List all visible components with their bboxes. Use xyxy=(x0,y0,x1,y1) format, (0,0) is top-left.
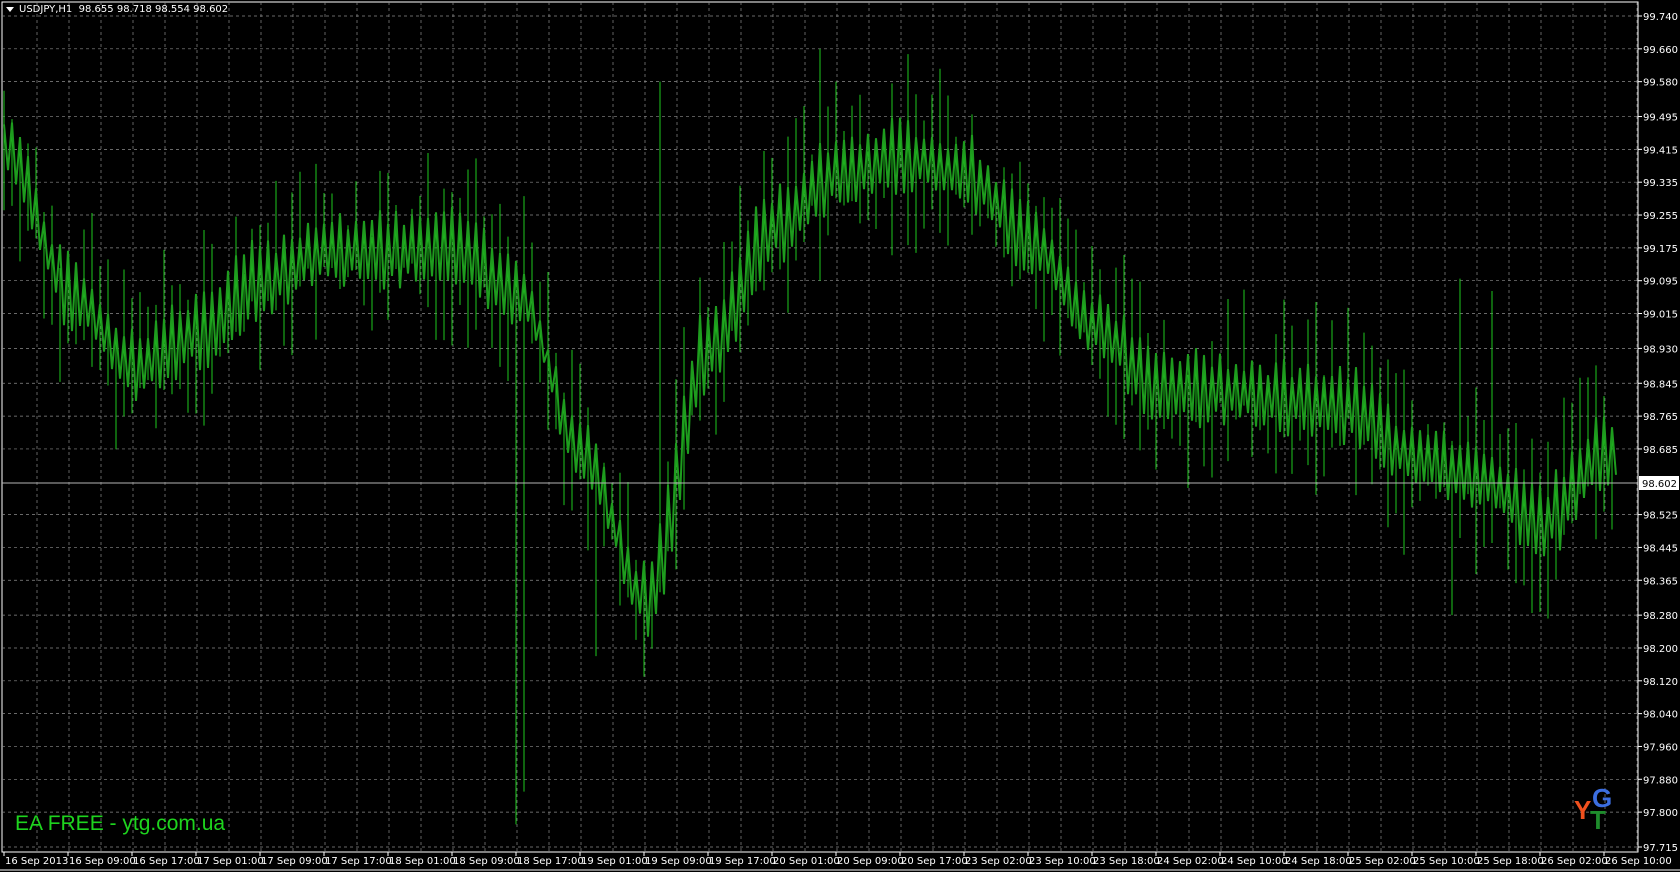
x-tick-label: 16 Sep 17:00 xyxy=(133,856,200,867)
x-tick-label: 26 Sep 02:00 xyxy=(1541,856,1608,867)
y-tick-label: 98.445 xyxy=(1643,543,1678,554)
x-tick-label: 23 Sep 18:00 xyxy=(1093,856,1160,867)
current-price-label: 98.602 xyxy=(1642,479,1677,490)
price-chart[interactable]: 99.740 99.660 99.580 99.495 99.415 99.335 99.2… xyxy=(0,0,1680,872)
chart-header: USDJPY,H1 98.655 98.718 98.554 98.602 xyxy=(6,4,228,15)
ohlc-values: 98.655 98.718 98.554 98.602 xyxy=(78,4,229,15)
y-tick-label: 98.930 xyxy=(1643,344,1678,355)
x-tick-label: 16 Sep 09:00 xyxy=(69,856,136,867)
y-tick-label: 97.800 xyxy=(1643,808,1678,819)
x-tick-label: 20 Sep 09:00 xyxy=(837,856,904,867)
y-tick-label: 99.255 xyxy=(1643,211,1678,222)
x-tick-label: 23 Sep 10:00 xyxy=(1029,856,1096,867)
watermark-text: EA FREE - ytg.com.ua xyxy=(15,812,226,835)
logo-letter-y: Y xyxy=(1574,795,1592,825)
x-tick-label: 17 Sep 17:00 xyxy=(325,856,392,867)
y-tick-label: 99.740 xyxy=(1643,12,1678,23)
x-tick-label: 17 Sep 01:00 xyxy=(197,856,264,867)
y-tick-label: 99.415 xyxy=(1643,145,1678,156)
x-tick-label: 19 Sep 01:00 xyxy=(581,856,648,867)
x-tick-label: 19 Sep 09:00 xyxy=(645,856,712,867)
y-tick-label: 98.200 xyxy=(1643,644,1678,655)
x-tick-label: 25 Sep 02:00 xyxy=(1349,856,1416,867)
x-tick-label: 20 Sep 01:00 xyxy=(773,856,840,867)
y-tick-label: 99.660 xyxy=(1643,45,1678,56)
x-tick-label: 23 Sep 02:00 xyxy=(965,856,1032,867)
y-tick-label: 98.765 xyxy=(1643,412,1678,423)
x-tick-label: 16 Sep 2013 xyxy=(5,856,68,867)
x-tick-label: 24 Sep 10:00 xyxy=(1221,856,1288,867)
x-tick-label: 18 Sep 01:00 xyxy=(389,856,456,867)
x-tick-label: 25 Sep 18:00 xyxy=(1477,856,1544,867)
y-tick-label: 97.960 xyxy=(1643,742,1678,753)
logo-letter-t: T xyxy=(1590,805,1606,835)
y-tick-label: 97.715 xyxy=(1643,843,1678,854)
x-tick-label: 18 Sep 09:00 xyxy=(453,856,520,867)
y-tick-label: 97.880 xyxy=(1643,775,1678,786)
y-tick-label: 99.095 xyxy=(1643,277,1678,288)
ytg-logo: Y G T xyxy=(1572,783,1632,835)
y-tick-label: 99.335 xyxy=(1643,178,1678,189)
x-tick-label: 25 Sep 10:00 xyxy=(1413,856,1480,867)
symbol-label: USDJPY,H1 xyxy=(19,4,73,15)
x-tick-label: 24 Sep 18:00 xyxy=(1285,856,1352,867)
dropdown-triangle-icon[interactable] xyxy=(6,6,14,12)
y-tick-label: 98.365 xyxy=(1643,576,1678,587)
y-tick-label: 98.040 xyxy=(1643,710,1678,721)
x-tick-label: 19 Sep 17:00 xyxy=(709,856,776,867)
y-tick-label: 98.845 xyxy=(1643,379,1678,390)
y-tick-label: 98.120 xyxy=(1643,677,1678,688)
x-tick-label: 17 Sep 09:00 xyxy=(261,856,328,867)
y-tick-label: 99.015 xyxy=(1643,310,1678,321)
y-tick-label: 98.525 xyxy=(1643,511,1678,522)
y-tick-label: 99.580 xyxy=(1643,78,1678,89)
x-tick-label: 24 Sep 02:00 xyxy=(1157,856,1224,867)
y-tick-label: 99.495 xyxy=(1643,113,1678,124)
x-tick-label: 20 Sep 17:00 xyxy=(901,856,968,867)
y-tick-label: 99.175 xyxy=(1643,244,1678,255)
x-tick-label: 18 Sep 17:00 xyxy=(517,856,584,867)
y-tick-label: 98.685 xyxy=(1643,445,1678,456)
zigzag-indicator-line xyxy=(3,117,1617,637)
x-tick-label: 26 Sep 10:00 xyxy=(1605,856,1672,867)
y-tick-label: 98.280 xyxy=(1643,611,1678,622)
